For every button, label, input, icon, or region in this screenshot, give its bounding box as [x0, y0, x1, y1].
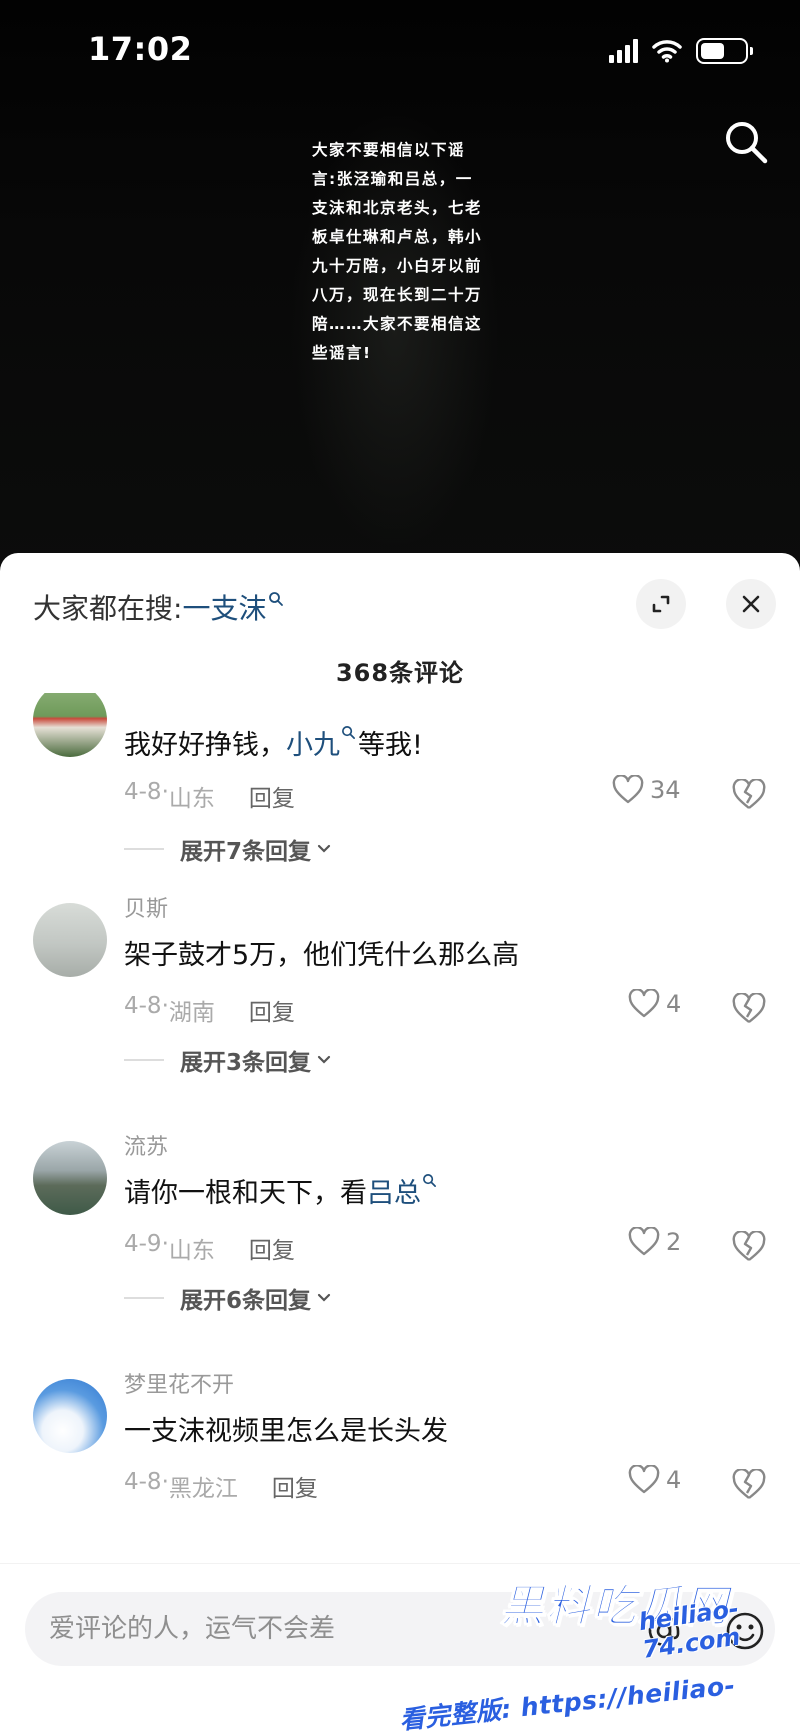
comment-date: 4-8: [124, 1469, 162, 1495]
divider: [124, 1297, 164, 1299]
comment-text-part: 请你一根和天下，看: [124, 1178, 367, 1209]
reply-button[interactable]: 回复: [272, 1469, 318, 1503]
comment-date: 4-8: [124, 779, 162, 805]
search-icon: [423, 1174, 436, 1187]
search-icon: [269, 592, 284, 606]
comment-meta: 4-8 · 山东 回复: [124, 779, 295, 813]
search-icon: [342, 726, 355, 739]
comment-text-part: 等我!: [358, 730, 423, 761]
avatar[interactable]: [33, 1379, 107, 1453]
comment-text: 架子鼓才5万，他们凭什么那么高: [124, 933, 519, 972]
search-icon[interactable]: [722, 118, 770, 166]
comment-item: 梦里花不开 一支沫视频里怎么是长头发 4-8 · 黑龙江 回复 4: [0, 1365, 800, 1563]
comment-item: 贝斯 架子鼓才5万，他们凭什么那么高 4-8 · 湖南 回复 4 展开3条回复: [0, 889, 800, 1109]
broken-heart-icon[interactable]: [732, 1469, 766, 1501]
like-button[interactable]: 4: [628, 1465, 681, 1495]
comment-text-part: 我好好挣钱，: [124, 730, 286, 761]
expand-replies-button[interactable]: 展开3条回复: [124, 1043, 331, 1077]
comment-item: 雁北 我好好挣钱， 小九 等我! 4-8· 山东 回复 34 展开7条回复: [0, 693, 800, 877]
reply-button[interactable]: 回复: [249, 993, 295, 1027]
divider: [124, 848, 164, 850]
comment-location: 黑龙江: [168, 1476, 238, 1502]
hot-search-label: 大家都在搜:: [33, 592, 183, 625]
avatar[interactable]: [33, 903, 107, 977]
avatar[interactable]: [33, 1141, 107, 1215]
video-overlay-text: 大家不要相信以下谣言:张泾瑜和吕总，一支沫和北京老头，七老板卓仕琳和卢总，韩小九…: [312, 141, 483, 362]
comment-date: 4-8: [124, 993, 162, 1019]
expand-icon: [652, 595, 670, 613]
comment-text: 请你一根和天下，看 吕总: [124, 1171, 439, 1210]
comment-count: 368条评论: [335, 659, 465, 687]
close-icon: [742, 595, 760, 613]
chevron-down-icon: [317, 1293, 331, 1302]
status-icons: [609, 38, 753, 64]
comment-meta: 4-8 · 湖南 回复: [124, 993, 295, 1027]
like-button[interactable]: 4: [628, 989, 681, 1019]
comment-item: 流苏 请你一根和天下，看 吕总 4-9 · 山东 回复 2 展开6条回复: [0, 1127, 800, 1347]
broken-heart-icon[interactable]: [732, 993, 766, 1025]
meta-separator: ·: [161, 1231, 169, 1257]
meta-separator: ·: [161, 779, 169, 805]
comment-location: 湖南: [168, 1000, 215, 1026]
status-time: 17:02: [88, 30, 193, 68]
close-button[interactable]: [726, 579, 776, 629]
heart-icon: [628, 989, 660, 1018]
avatar[interactable]: [33, 693, 107, 757]
heart-icon: [628, 1465, 660, 1494]
comment-search-link[interactable]: 吕总: [367, 1171, 421, 1210]
like-count: 4: [666, 1466, 682, 1494]
comment-username[interactable]: 贝斯: [124, 891, 168, 923]
comment-text: 我好好挣钱， 小九 等我!: [124, 723, 423, 762]
comment-text-part: 一支沫视频里怎么是长头发: [124, 1416, 448, 1447]
broken-heart-icon[interactable]: [732, 779, 766, 811]
hot-search-bar[interactable]: 大家都在搜: 一支沫: [33, 587, 284, 627]
wifi-icon: [652, 40, 682, 63]
comment-meta: 4-8 · 黑龙江 回复: [124, 1469, 318, 1503]
broken-heart-icon[interactable]: [732, 1231, 766, 1263]
expand-button[interactable]: [636, 579, 686, 629]
expand-replies-label: 展开7条回复: [180, 839, 312, 865]
expand-replies-label: 展开3条回复: [180, 1050, 312, 1076]
hot-search-term[interactable]: 一支沫: [182, 587, 266, 627]
like-button[interactable]: 2: [628, 1227, 681, 1257]
divider: [124, 1059, 164, 1061]
heart-icon: [628, 1227, 660, 1256]
comment-list[interactable]: 雁北 我好好挣钱， 小九 等我! 4-8· 山东 回复 34 展开7条回复: [0, 693, 800, 1563]
like-button[interactable]: 34: [612, 775, 681, 805]
expand-replies-label: 展开6条回复: [180, 1288, 312, 1314]
heart-icon: [612, 775, 644, 804]
expand-replies-button[interactable]: 展开7条回复: [124, 832, 331, 866]
like-count: 4: [666, 990, 682, 1018]
battery-icon: [696, 38, 753, 64]
comment-text: 一支沫视频里怎么是长头发: [124, 1409, 448, 1448]
chevron-down-icon: [317, 844, 331, 853]
comment-meta: 4-9 · 山东 回复: [124, 1231, 295, 1265]
comment-location: 山东: [168, 1238, 215, 1264]
comment-location: 山东: [168, 786, 215, 812]
chevron-down-icon: [317, 1055, 331, 1064]
comment-text-part: 架子鼓才5万，他们凭什么那么高: [124, 940, 520, 971]
like-count: 2: [666, 1228, 682, 1256]
comment-search-link[interactable]: 小九: [286, 723, 340, 762]
comment-username[interactable]: 梦里花不开: [124, 1367, 234, 1399]
expand-replies-button[interactable]: 展开6条回复: [124, 1281, 331, 1315]
comment-username[interactable]: 流苏: [124, 1129, 168, 1161]
meta-separator: ·: [161, 1469, 169, 1495]
comment-sheet: 大家都在搜: 一支沫 368条评论 雁北 我好好挣钱， 小九 等我!: [0, 553, 800, 1731]
cellular-signal-icon: [609, 39, 638, 63]
comment-date: 4-9: [124, 1231, 162, 1257]
reply-button[interactable]: 回复: [249, 1231, 295, 1265]
like-count: 34: [650, 776, 681, 804]
meta-separator: ·: [161, 993, 169, 1019]
reply-button[interactable]: 回复: [249, 779, 295, 813]
